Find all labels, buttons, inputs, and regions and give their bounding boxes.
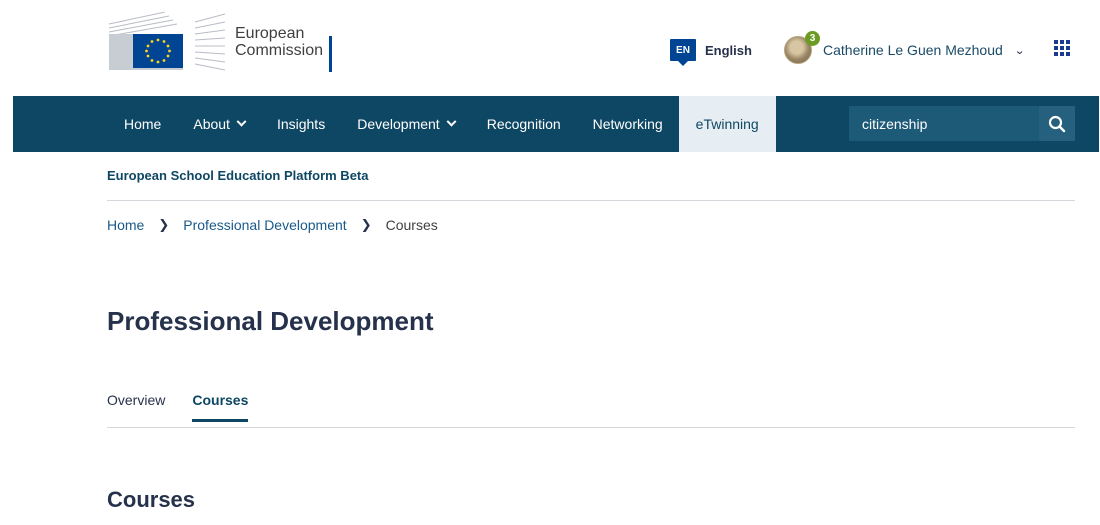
apps-grid-icon[interactable] xyxy=(1054,40,1070,56)
nav-item-networking[interactable]: Networking xyxy=(577,96,679,152)
site-name[interactable]: European School Education Platform Beta xyxy=(107,168,368,183)
section-title: Courses xyxy=(107,487,196,512)
breadcrumb-home[interactable]: Home xyxy=(107,217,144,233)
user-menu[interactable]: 3 Catherine Le Guen Mezhoud ⌄ xyxy=(784,31,1025,64)
tabs-divider xyxy=(107,427,1075,428)
breadcrumb-professional-development[interactable]: Professional Development xyxy=(183,217,346,233)
eu-flag-building-icon xyxy=(108,12,226,71)
nav-item-label: Home xyxy=(124,116,162,132)
nav-item-insights[interactable]: Insights xyxy=(261,96,341,152)
language-label: English xyxy=(705,42,752,58)
nav-item-etwinning[interactable]: eTwinning xyxy=(678,96,776,152)
chevron-right-icon: ❯ xyxy=(360,217,372,232)
nav-item-about[interactable]: About xyxy=(177,96,261,152)
search-input[interactable]: citizenship xyxy=(849,106,1039,141)
search-icon xyxy=(1048,115,1066,132)
logo-text-line2: Commission xyxy=(235,42,324,59)
nav-item-label: About xyxy=(193,116,230,132)
user-name: Catherine Le Guen Mezhoud xyxy=(823,42,1003,58)
search-button[interactable] xyxy=(1039,106,1075,141)
nav-item-recognition[interactable]: Recognition xyxy=(471,96,577,152)
chevron-down-icon xyxy=(446,116,457,127)
top-header: European Commission EN English 3 Catheri… xyxy=(0,0,1100,96)
tab-overview[interactable]: Overview xyxy=(107,392,165,422)
nav-item-label: eTwinning xyxy=(695,116,759,132)
logo-divider xyxy=(329,36,332,72)
header-divider xyxy=(107,200,1075,201)
main-navigation: Home About Insights Development Recognit… xyxy=(13,96,1099,152)
logo-text: European Commission xyxy=(235,25,323,59)
nav-item-label: Insights xyxy=(276,116,326,132)
language-selector[interactable]: EN English xyxy=(670,39,752,66)
notification-badge: 3 xyxy=(805,31,820,46)
nav-item-development[interactable]: Development xyxy=(341,96,471,152)
chevron-down-icon xyxy=(236,116,247,127)
page-title: Professional Development xyxy=(107,306,434,336)
chevron-right-icon: ❯ xyxy=(158,217,170,232)
nav-item-home[interactable]: Home xyxy=(108,96,177,152)
avatar: 3 xyxy=(784,31,820,64)
european-commission-logo[interactable]: European Commission xyxy=(107,12,323,72)
chevron-down-icon: ⌄ xyxy=(1013,44,1025,57)
breadcrumb-current: Courses xyxy=(385,217,438,233)
nav-item-label: Development xyxy=(357,116,440,132)
nav-items: Home About Insights Development Recognit… xyxy=(108,96,776,152)
language-code-badge: EN xyxy=(670,39,696,66)
logo-text-line1: European xyxy=(235,25,305,42)
nav-item-label: Recognition xyxy=(486,116,561,132)
nav-item-label: Networking xyxy=(592,116,663,132)
page-tabs: Overview Courses xyxy=(107,392,275,422)
breadcrumb: Home ❯ Professional Development ❯ Course… xyxy=(107,217,438,233)
tab-courses[interactable]: Courses xyxy=(192,392,249,422)
